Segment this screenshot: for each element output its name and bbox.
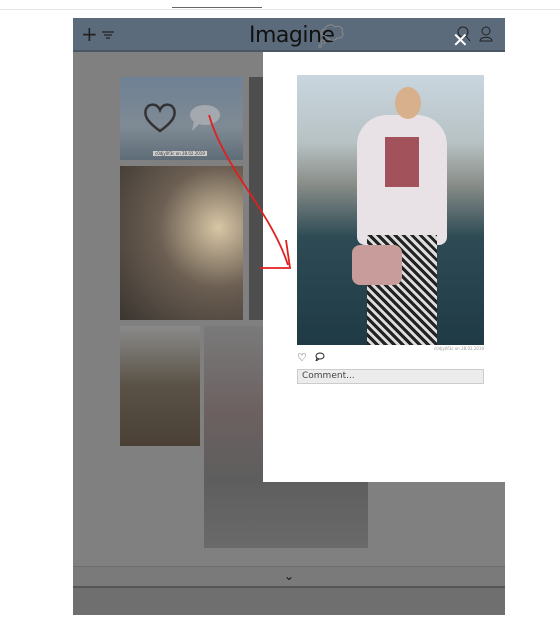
annotation-arrow [208,114,292,269]
header: + Imagine [73,18,505,52]
photo-caption: c0djy0f3c on 28.02.2019 [434,346,484,351]
like-heart-icon[interactable]: ♡ [297,351,307,364]
load-more-button[interactable]: ⌄ [73,566,505,586]
photo-caption: c0djy0f3c on 28.02.2019 [153,151,207,156]
comment-input[interactable]: Comment... [297,369,484,384]
user-icon[interactable] [479,26,493,46]
grid-photo-street[interactable] [120,326,200,446]
browser-tab-indicator [172,7,262,8]
comment-bubble-icon[interactable] [315,351,325,364]
thought-bubble-icon [317,22,347,52]
filter-icon[interactable] [101,26,115,45]
chevron-down-icon: ⌄ [283,569,295,583]
divider [0,9,560,10]
close-icon[interactable]: ✕ [452,30,469,50]
heart-icon[interactable] [142,101,178,133]
modal-photo [297,75,484,345]
plus-icon[interactable]: + [81,22,98,46]
bottom-bar [73,586,505,615]
